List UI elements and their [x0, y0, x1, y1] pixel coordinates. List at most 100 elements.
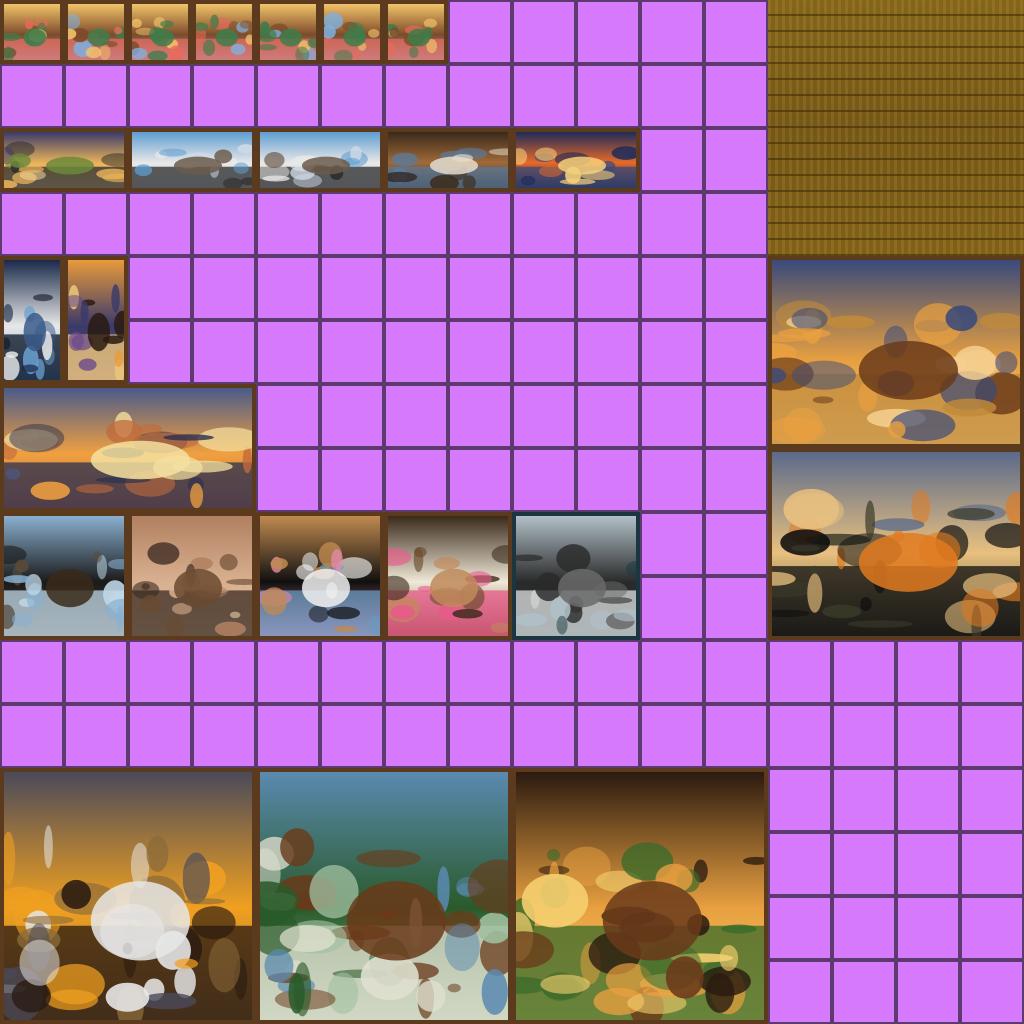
wolf-artwork: [260, 132, 380, 188]
painting-kebab-village-3: [128, 0, 192, 64]
empty-slot: [642, 514, 702, 574]
eagle-artwork: [4, 772, 252, 1020]
painting-squirrel: [512, 512, 640, 640]
empty-slot: [514, 450, 574, 510]
empty-slot: [322, 258, 382, 318]
empty-slot: [770, 962, 830, 1022]
empty-slot: [962, 706, 1022, 766]
empty-slot: [962, 770, 1022, 830]
homestead-with-horses-artwork: [772, 260, 1020, 444]
empty-slot: [578, 258, 638, 318]
empty-slot: [642, 706, 702, 766]
painting-lighthouse: [0, 256, 64, 384]
empty-slot: [450, 322, 510, 382]
empty-slot: [322, 706, 382, 766]
empty-slot: [834, 770, 894, 830]
painting-kebab-village-4: [192, 0, 256, 64]
cats-artwork: [260, 516, 380, 636]
empty-slot: [2, 194, 62, 254]
empty-slot: [258, 322, 318, 382]
painting-kebab-village-6: [320, 0, 384, 64]
empty-slot: [770, 834, 830, 894]
empty-slot: [2, 706, 62, 766]
empty-slot: [706, 2, 766, 62]
empty-slot: [386, 194, 446, 254]
empty-slot: [642, 258, 702, 318]
empty-slot: [450, 386, 510, 446]
horses-artwork: [388, 132, 508, 188]
empty-slot: [66, 66, 126, 126]
empty-slot: [642, 194, 702, 254]
empty-slot: [194, 66, 254, 126]
cottage-village-scene-artwork: [68, 4, 124, 60]
painting-rock-castle: [64, 256, 128, 384]
empty-slot: [834, 898, 894, 958]
empty-slot: [706, 514, 766, 574]
painting-horses-camp: [384, 128, 512, 192]
empty-slot: [770, 898, 830, 958]
empty-slot: [898, 898, 958, 958]
empty-slot: [258, 258, 318, 318]
squirrel-artwork: [516, 516, 636, 636]
empty-slot: [386, 642, 446, 702]
empty-slot: [514, 258, 574, 318]
empty-slot: [194, 258, 254, 318]
empty-slot: [642, 130, 702, 190]
empty-slot: [258, 706, 318, 766]
tiger-artwork: [772, 452, 1020, 636]
empty-slot: [386, 450, 446, 510]
empty-slot: [130, 194, 190, 254]
empty-slot: [834, 706, 894, 766]
empty-slot: [514, 322, 574, 382]
empty-slot: [130, 66, 190, 126]
empty-slot: [898, 642, 958, 702]
empty-slot: [450, 258, 510, 318]
empty-slot: [898, 962, 958, 1022]
empty-slot: [706, 706, 766, 766]
empty-slot: [450, 450, 510, 510]
empty-slot: [962, 642, 1022, 702]
empty-slot: [258, 194, 318, 254]
empty-slot: [258, 386, 318, 446]
empty-slot: [450, 706, 510, 766]
empty-slot: [962, 962, 1022, 1022]
empty-slot: [130, 706, 190, 766]
empty-slot: [194, 706, 254, 766]
cottage-village-scene-artwork: [324, 4, 380, 60]
cottage-village-scene-artwork: [132, 4, 188, 60]
lighthouse-artwork: [4, 260, 60, 380]
empty-slot: [642, 578, 702, 638]
painting-lakeside-cabin: [256, 768, 512, 1024]
empty-slot: [66, 706, 126, 766]
painting-eagle-mountain: [0, 768, 256, 1024]
cottage-village-scene-artwork: [196, 4, 252, 60]
sea-artwork: [4, 388, 252, 508]
farm-at-dusk-artwork: [4, 132, 124, 188]
cottage-village-scene-artwork: [260, 4, 316, 60]
painting-tiger: [768, 448, 1024, 640]
cabin-with-boat-artwork: [260, 772, 508, 1020]
empty-slot: [322, 450, 382, 510]
empty-slot: [642, 2, 702, 62]
empty-slot: [578, 450, 638, 510]
empty-slot: [706, 450, 766, 510]
empty-slot: [834, 642, 894, 702]
painting-black-horse: [0, 512, 128, 640]
painting-cats: [256, 512, 384, 640]
empty-slot: [450, 642, 510, 702]
empty-slot: [578, 2, 638, 62]
empty-slot: [322, 386, 382, 446]
empty-slot: [194, 194, 254, 254]
empty-slot: [322, 194, 382, 254]
sky-artwork: [516, 132, 636, 188]
empty-slot: [386, 322, 446, 382]
empty-slot: [578, 322, 638, 382]
empty-slot: [578, 642, 638, 702]
empty-slot: [578, 66, 638, 126]
empty-slot: [642, 642, 702, 702]
empty-slot: [386, 386, 446, 446]
empty-slot: [706, 578, 766, 638]
painting-kebab-village-2: [64, 0, 128, 64]
empty-slot: [450, 194, 510, 254]
empty-slot: [514, 66, 574, 126]
